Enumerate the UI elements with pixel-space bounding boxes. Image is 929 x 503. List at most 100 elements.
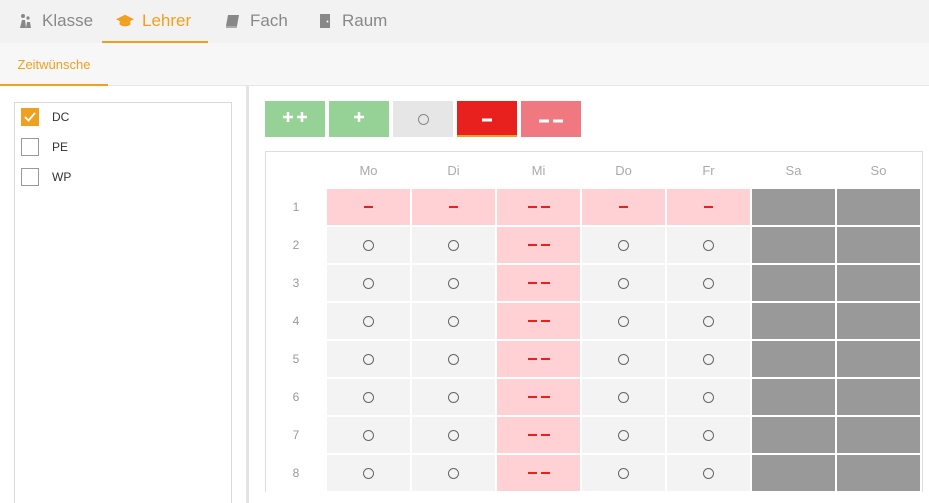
circle-icon <box>618 277 629 289</box>
checkbox[interactable] <box>21 138 39 156</box>
grid-cell[interactable] <box>837 227 920 263</box>
day-header-di[interactable]: Di <box>412 152 495 188</box>
door-icon <box>316 12 334 30</box>
grid-cell[interactable] <box>412 379 495 415</box>
grid-cell[interactable] <box>327 379 410 415</box>
day-header-mi[interactable]: Mi <box>497 152 580 188</box>
grid-cell[interactable] <box>582 417 665 453</box>
grid-cell[interactable] <box>327 227 410 263</box>
grid-cell[interactable] <box>497 379 580 415</box>
grid-cell[interactable] <box>582 341 665 377</box>
grid-cell[interactable] <box>412 341 495 377</box>
grid-cell[interactable] <box>582 189 665 225</box>
period-header-5[interactable]: 5 <box>266 341 326 377</box>
grid-cell[interactable] <box>667 189 750 225</box>
grid-cell[interactable] <box>667 379 750 415</box>
tab-label: Raum <box>342 11 388 30</box>
teacher-label: WP <box>52 170 72 184</box>
teacher-item-wp[interactable]: WP <box>21 166 71 188</box>
panel-splitter[interactable] <box>246 86 249 503</box>
mode-strong-negative-button[interactable] <box>521 101 581 137</box>
grid-cell[interactable] <box>582 379 665 415</box>
circle-icon <box>703 353 714 365</box>
grid-cell[interactable] <box>497 455 580 491</box>
grid-cell[interactable] <box>667 303 750 339</box>
grid-cell[interactable] <box>752 303 835 339</box>
mode-negative-button[interactable] <box>457 101 517 137</box>
grid-cell[interactable] <box>412 303 495 339</box>
grid-cell[interactable] <box>752 379 835 415</box>
grid-cell[interactable] <box>837 417 920 453</box>
period-header-6[interactable]: 6 <box>266 379 326 415</box>
grid-cell[interactable] <box>752 455 835 491</box>
day-header-sa[interactable]: Sa <box>752 152 835 188</box>
grid-cell[interactable] <box>497 227 580 263</box>
grid-cell[interactable] <box>837 341 920 377</box>
grid-cell[interactable] <box>667 265 750 301</box>
grid-cell[interactable] <box>752 265 835 301</box>
mode-positive-button[interactable] <box>329 101 389 137</box>
mode-neutral-button[interactable] <box>393 101 453 137</box>
minus-minus-icon <box>527 395 550 399</box>
tab-zeitwuensche[interactable]: Zeitwünsche <box>0 43 108 86</box>
grid-cell[interactable] <box>837 379 920 415</box>
grid-cell[interactable] <box>752 341 835 377</box>
checkbox[interactable] <box>21 108 39 126</box>
checkbox[interactable] <box>21 168 39 186</box>
grid-cell[interactable] <box>327 189 410 225</box>
teacher-list: DC PE WP <box>14 102 232 503</box>
grid-cell[interactable] <box>667 417 750 453</box>
day-header-mo[interactable]: Mo <box>327 152 410 188</box>
grid-cell[interactable] <box>667 455 750 491</box>
grid-cell[interactable] <box>582 455 665 491</box>
grid-cell[interactable] <box>327 265 410 301</box>
tab-raum[interactable]: Raum <box>316 0 387 42</box>
grid-cell[interactable] <box>752 417 835 453</box>
grid-cell[interactable] <box>327 303 410 339</box>
grid-cell[interactable] <box>582 303 665 339</box>
tab-fach[interactable]: Fach <box>224 0 288 42</box>
circle-icon <box>448 353 459 365</box>
grid-cell[interactable] <box>327 455 410 491</box>
grid-cell[interactable] <box>497 341 580 377</box>
grid-cell[interactable] <box>837 189 920 225</box>
period-header-7[interactable]: 7 <box>266 417 326 453</box>
grid-cell[interactable] <box>582 265 665 301</box>
grid-cell[interactable] <box>497 303 580 339</box>
grid-cell[interactable] <box>412 189 495 225</box>
grid-cell[interactable] <box>497 417 580 453</box>
check-icon <box>24 112 36 122</box>
period-header-2[interactable]: 2 <box>266 227 326 263</box>
grid-cell[interactable] <box>837 303 920 339</box>
teacher-item-pe[interactable]: PE <box>21 136 68 158</box>
day-header-do[interactable]: Do <box>582 152 665 188</box>
teacher-item-dc[interactable]: DC <box>21 106 69 128</box>
grid-cell[interactable] <box>752 227 835 263</box>
grid-cell[interactable] <box>837 455 920 491</box>
grid-cell[interactable] <box>667 227 750 263</box>
grid-cell[interactable] <box>412 227 495 263</box>
period-header-4[interactable]: 4 <box>266 303 326 339</box>
grid-cell[interactable] <box>327 417 410 453</box>
period-header-8[interactable]: 8 <box>266 455 326 491</box>
mode-strong-positive-button[interactable] <box>265 101 325 137</box>
grid-cell[interactable] <box>412 265 495 301</box>
tab-label: Lehrer <box>142 11 192 30</box>
grid-cell[interactable] <box>582 227 665 263</box>
grid-cell[interactable] <box>497 265 580 301</box>
grid-cell[interactable] <box>752 189 835 225</box>
grid-cell[interactable] <box>412 417 495 453</box>
people-icon <box>16 12 34 30</box>
grid-cell[interactable] <box>497 189 580 225</box>
tab-klasse[interactable]: Klasse <box>16 0 93 42</box>
grid-cell[interactable] <box>412 455 495 491</box>
grid-cell[interactable] <box>837 265 920 301</box>
day-header-fr[interactable]: Fr <box>667 152 750 188</box>
period-header-3[interactable]: 3 <box>266 265 326 301</box>
tab-lehrer[interactable]: Lehrer <box>116 0 191 42</box>
circle-icon <box>703 467 714 479</box>
grid-cell[interactable] <box>667 341 750 377</box>
grid-cell[interactable] <box>327 341 410 377</box>
day-header-so[interactable]: So <box>837 152 920 188</box>
period-header-1[interactable]: 1 <box>266 189 326 225</box>
